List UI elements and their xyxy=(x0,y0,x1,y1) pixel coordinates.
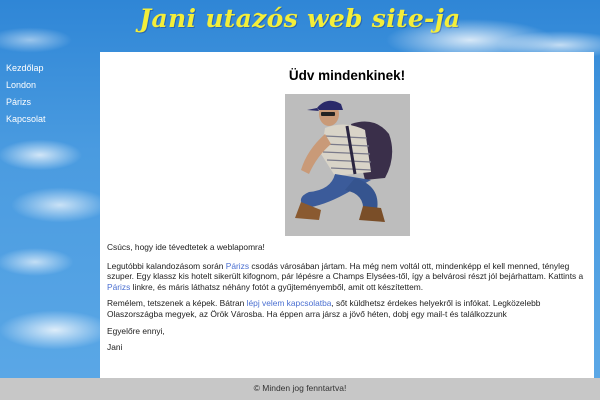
paris-link-2[interactable]: Párizs xyxy=(107,282,130,292)
sidebar-nav: Kezdőlap London Párizs Kapcsolat xyxy=(6,62,96,130)
contact-paragraph: Remélem, tetszenek a képek. Bátran lépj … xyxy=(107,298,586,319)
paris-paragraph: Legutóbbi kalandozásom során Párizs csod… xyxy=(107,261,586,293)
page-heading: Üdv mindenkinek! xyxy=(288,68,406,83)
footer: © Minden jog fenntartva! xyxy=(0,378,600,400)
contact-link[interactable]: lépj velem kapcsolatba xyxy=(247,298,332,308)
contact-text-1: Remélem, tetszenek a képek. Bátran xyxy=(107,298,247,309)
article-body: Csúcs, hogy ide tévedtetek a weblapomra!… xyxy=(100,242,594,353)
main-content: Üdv mindenkinek! Csúcs, hogy ide tévedte… xyxy=(100,52,594,378)
signature: Jani xyxy=(107,342,123,353)
paris-text-1: Legutóbbi kalandozásom során xyxy=(107,260,226,271)
nav-item-home[interactable]: Kezdőlap xyxy=(6,62,96,79)
intro-paragraph: Csúcs, hogy ide tévedtetek a weblapomra! xyxy=(107,242,265,252)
paris-link[interactable]: Párizs xyxy=(226,261,249,271)
traveler-photo xyxy=(284,94,410,236)
nav-item-paris[interactable]: Párizs xyxy=(6,96,96,113)
nav-item-contact[interactable]: Kapcsolat xyxy=(6,113,96,130)
paris-text-3: linkre, és máris láthatsz néhány fotót a… xyxy=(130,281,424,292)
copyright-text: © Minden jog fenntartva! xyxy=(253,383,347,393)
closing-paragraph: Egyelőre ennyi, xyxy=(107,325,165,336)
crouching-man-illustration xyxy=(294,100,392,222)
nav-item-london[interactable]: London xyxy=(6,79,96,96)
site-title: Jani utazós web site-ja xyxy=(139,4,461,33)
